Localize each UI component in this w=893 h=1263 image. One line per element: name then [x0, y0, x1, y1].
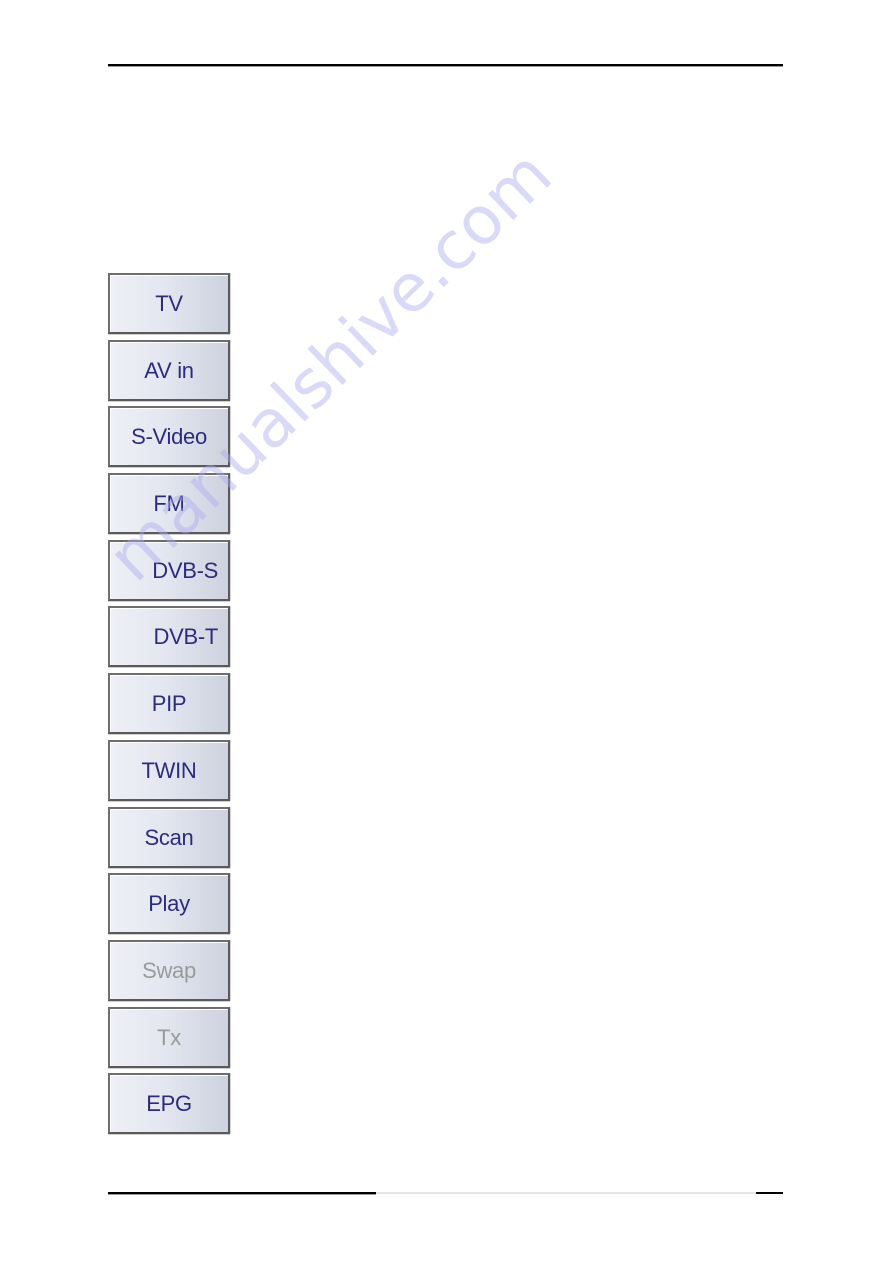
button-label: AV in [144, 357, 194, 383]
button-label: TWIN [141, 757, 197, 783]
av-in-button[interactable]: AV in [108, 339, 230, 401]
button-label: PIP [151, 691, 187, 717]
scan-button[interactable]: Scan [108, 806, 230, 868]
twin-button[interactable]: TWIN [108, 739, 230, 801]
button-label: Play [148, 891, 190, 917]
button-label: DVB-T [153, 624, 218, 650]
button-label: Swap [142, 957, 196, 983]
footer-rule [108, 1192, 783, 1195]
s-video-button[interactable]: S-Video [108, 406, 230, 468]
button-label: S-Video [131, 424, 207, 450]
tx-button[interactable]: Tx [108, 1006, 230, 1068]
button-label: TV [155, 291, 183, 316]
tv-button[interactable]: TV [108, 273, 230, 334]
button-label: Scan [144, 824, 194, 850]
button-label: DVB-S [152, 557, 218, 583]
footer-rule-gap [376, 1192, 756, 1194]
dvb-t-button[interactable]: DVB-T [108, 606, 230, 668]
header-rule [108, 64, 783, 67]
button-label: EPG [146, 1091, 192, 1117]
fm-button[interactable]: FM [108, 473, 230, 535]
play-button[interactable]: Play [108, 873, 230, 935]
epg-button[interactable]: EPG [108, 1073, 230, 1135]
source-button-panel: TV AV in S-Video FM DVB-S DVB-T PIP TWIN… [108, 273, 231, 1140]
pip-button[interactable]: PIP [108, 673, 230, 735]
dvb-s-button[interactable]: DVB-S [108, 539, 230, 601]
button-label: Tx [157, 1024, 181, 1050]
button-label: FM [153, 491, 185, 517]
swap-button[interactable]: Swap [108, 939, 230, 1001]
